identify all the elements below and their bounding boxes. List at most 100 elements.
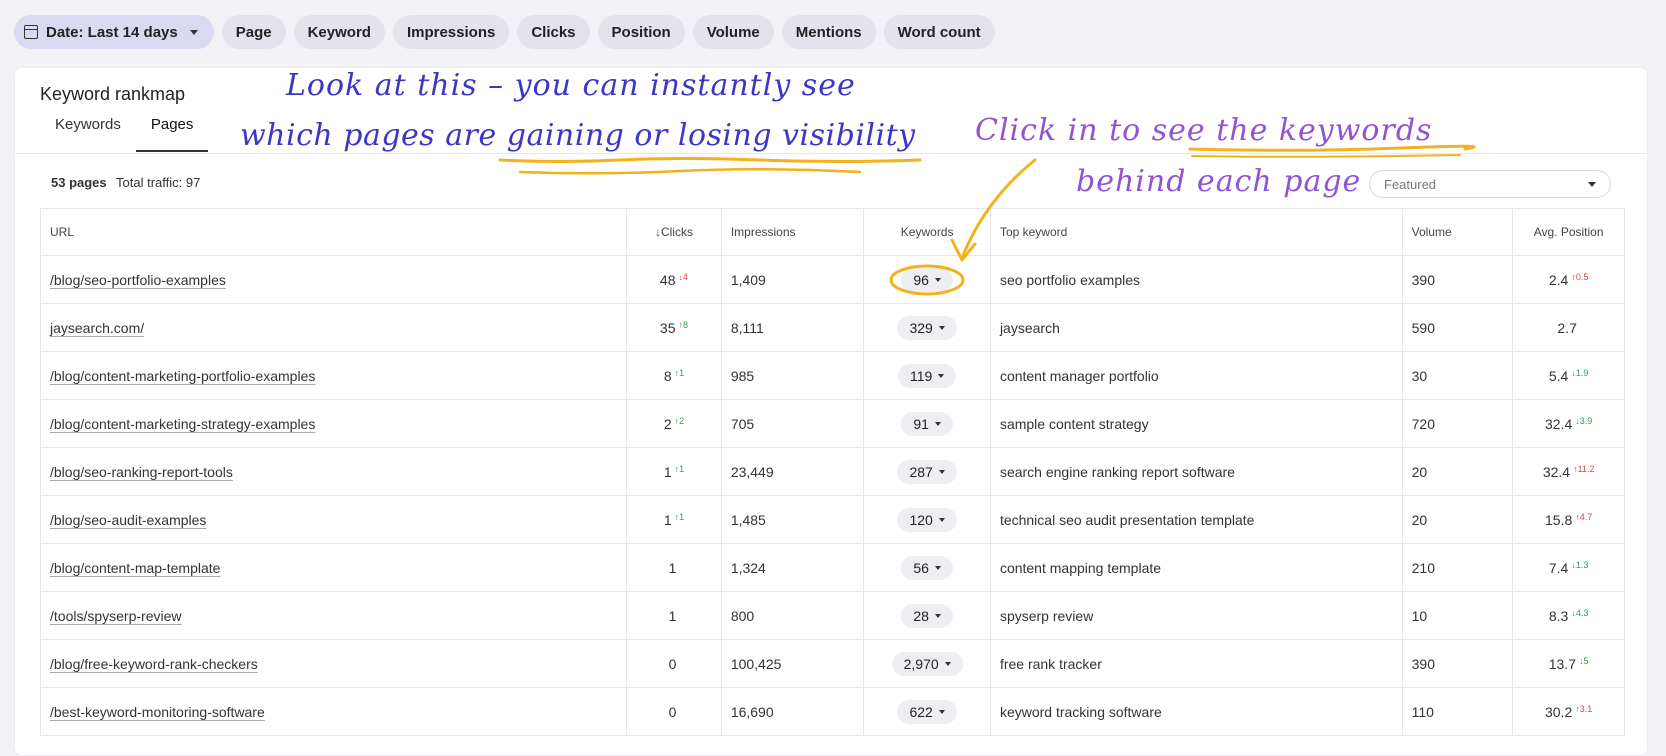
keywords-dropdown-button[interactable]: 287 (897, 459, 957, 484)
col-header-impressions[interactable]: Impressions (720, 208, 865, 256)
filter-chip-position[interactable]: Position (597, 15, 685, 49)
keywords-dropdown-button[interactable]: 28 (901, 603, 953, 628)
filter-chip-volume[interactable]: Volume (692, 15, 774, 49)
clicks-value: 1 (663, 463, 672, 480)
cell-url[interactable]: /blog/seo-portfolio-examples (39, 255, 628, 304)
table-row[interactable]: /blog/content-marketing-strategy-example… (39, 399, 1625, 448)
table-row[interactable]: /tools/spyserp-review 1 800 28 spyserp r… (39, 591, 1625, 640)
col-header-clicks[interactable]: ↓Clicks (626, 208, 722, 256)
keywords-dropdown-button[interactable]: 91 (901, 411, 953, 436)
cell-clicks: 2 ↑2 (626, 399, 722, 448)
clicks-delta: ↑1 (674, 511, 685, 522)
keywords-dropdown-button[interactable]: 56 (901, 555, 953, 580)
clicks-value: 8 (663, 367, 672, 384)
keywords-dropdown-button[interactable]: 119 (897, 363, 957, 388)
table-row[interactable]: /blog/content-marketing-portfolio-exampl… (39, 351, 1625, 400)
keywords-dropdown-button[interactable]: 96 (901, 267, 953, 292)
page-url-link[interactable]: /blog/seo-ranking-report-tools (50, 464, 233, 480)
page-url-link[interactable]: /blog/content-marketing-portfolio-exampl… (50, 368, 315, 384)
filter-chip-page[interactable]: Page (221, 15, 286, 49)
sort-select[interactable]: Featured (1369, 170, 1611, 198)
chevron-down-icon (934, 613, 941, 618)
filter-chip-clicks[interactable]: Clicks (517, 15, 590, 49)
table-row[interactable]: /blog/seo-ranking-report-tools 1 ↑1 23,44… (39, 447, 1625, 496)
cell-url[interactable]: /blog/content-marketing-portfolio-exampl… (39, 351, 628, 400)
filter-chip-mentions[interactable]: Mentions (781, 15, 876, 49)
page-url-link[interactable]: /blog/seo-audit-examples (50, 512, 206, 528)
cell-url[interactable]: /blog/free-keyword-rank-checkers (39, 639, 628, 688)
cell-avg-position: 5.4 ↓1.9 (1512, 351, 1625, 400)
cell-clicks: 1 (626, 543, 722, 592)
cell-url[interactable]: /blog/content-map-template (39, 543, 628, 592)
table-row[interactable]: /blog/seo-portfolio-examples 48 ↓4 1,409 … (39, 255, 1625, 304)
table-row[interactable]: /best-keyword-monitoring-software 0 16,6… (39, 687, 1625, 736)
cell-impressions: 23,449 (720, 447, 865, 496)
tab-keywords[interactable]: Keywords (40, 116, 136, 152)
keywords-count: 119 (909, 367, 933, 384)
table-row[interactable]: /blog/content-map-template 1 1,324 56 co… (39, 543, 1625, 592)
clicks-delta: ↑2 (674, 415, 685, 426)
chevron-down-icon (1588, 181, 1596, 187)
cell-url[interactable]: /tools/spyserp-review (39, 591, 628, 640)
cell-impressions: 100,425 (720, 639, 865, 688)
annotation-line-3: Click in to see the keywords (975, 113, 1433, 148)
chevron-down-icon (938, 373, 945, 378)
cell-url[interactable]: /blog/seo-ranking-report-tools (39, 447, 628, 496)
cell-url[interactable]: /blog/seo-audit-examples (39, 495, 628, 544)
col-header-keywords[interactable]: Keywords (863, 208, 991, 256)
cell-url[interactable]: jaysearch.com/ (39, 303, 628, 352)
cell-avg-position: 30.2 ↑3.1 (1512, 687, 1625, 736)
page-url-link[interactable]: /blog/content-map-template (50, 560, 220, 576)
keywords-dropdown-button[interactable]: 622 (897, 699, 957, 724)
cell-keywords: 120 (863, 495, 991, 544)
position-value: 2.4 (1548, 271, 1569, 288)
chevron-down-icon (934, 277, 941, 282)
table-row[interactable]: /blog/free-keyword-rank-checkers 0 100,4… (39, 639, 1625, 688)
position-value: 13.7 (1548, 655, 1576, 672)
page-url-link[interactable]: /blog/content-marketing-strategy-example… (50, 416, 315, 432)
cell-clicks: 8 ↑1 (626, 351, 722, 400)
position-delta: ↑11.2 (1573, 463, 1595, 474)
clicks-value: 2 (663, 415, 672, 432)
filter-chip-keyword[interactable]: Keyword (293, 15, 385, 49)
clicks-value: 1 (663, 511, 672, 528)
page-url-link[interactable]: /tools/spyserp-review (50, 608, 182, 624)
annotation-line-4: behind each page (1076, 164, 1362, 199)
page-url-link[interactable]: jaysearch.com/ (50, 320, 144, 336)
keywords-dropdown-button[interactable]: 2,970 (891, 651, 963, 676)
cell-url[interactable]: /blog/content-marketing-strategy-example… (39, 399, 628, 448)
col-header-volume[interactable]: Volume (1401, 208, 1514, 256)
date-filter-button[interactable]: Date: Last 14 days (14, 15, 214, 49)
cell-impressions: 1,324 (720, 543, 865, 592)
col-header-url[interactable]: URL (39, 208, 628, 256)
tab-pages[interactable]: Pages (135, 116, 209, 152)
col-header-top-keyword[interactable]: Top keyword (989, 208, 1403, 256)
cell-keywords: 119 (863, 351, 991, 400)
annotation-line-2: which pages are gaining or losing visibi… (240, 118, 916, 153)
clicks-value: 0 (668, 655, 677, 672)
page-url-link[interactable]: /best-keyword-monitoring-software (50, 704, 265, 720)
page-url-link[interactable]: /blog/free-keyword-rank-checkers (50, 656, 258, 672)
cell-top-keyword: free rank tracker (989, 639, 1403, 688)
keywords-dropdown-button[interactable]: 329 (897, 315, 957, 340)
page-url-link[interactable]: /blog/seo-portfolio-examples (50, 272, 226, 288)
chevron-down-icon (938, 325, 945, 330)
cell-volume: 20 (1401, 447, 1514, 496)
filter-chip-word-count[interactable]: Word count (883, 15, 995, 49)
table-row[interactable]: /blog/seo-audit-examples 1 ↑1 1,485 120 t… (39, 495, 1625, 544)
cell-avg-position: 7.4 ↓1.3 (1512, 543, 1625, 592)
cell-clicks: 1 ↑1 (626, 495, 722, 544)
keyword-rankmap-card: Keyword rankmap Keywords Pages 53 pages … (14, 67, 1648, 756)
annotation-line-1: Look at this – you can instantly see (286, 68, 856, 103)
cell-impressions: 985 (720, 351, 865, 400)
cell-url[interactable]: /best-keyword-monitoring-software (39, 687, 628, 736)
cell-avg-position: 32.4 ↑11.2 (1512, 447, 1625, 496)
col-header-avg-position[interactable]: Avg. Position (1512, 208, 1625, 256)
keywords-dropdown-button[interactable]: 120 (897, 507, 957, 532)
table-row[interactable]: jaysearch.com/ 35 ↑8 8,111 329 jaysearch … (39, 303, 1625, 352)
cell-volume: 30 (1401, 351, 1514, 400)
cell-top-keyword: content manager portfolio (989, 351, 1403, 400)
keywords-count: 2,970 (903, 655, 939, 672)
filter-chip-impressions[interactable]: Impressions (392, 15, 510, 49)
divider (15, 153, 1647, 154)
